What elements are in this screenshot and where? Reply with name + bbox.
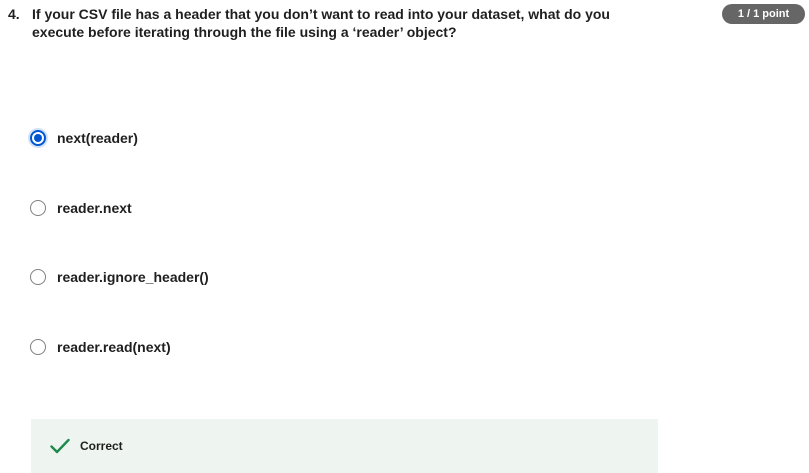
option-label: reader.next bbox=[57, 200, 132, 216]
points-badge: 1 / 1 point bbox=[722, 4, 805, 24]
answer-option-next-reader[interactable]: next(reader) bbox=[30, 127, 138, 149]
radio-button[interactable] bbox=[30, 339, 46, 355]
checkmark-icon bbox=[50, 436, 70, 456]
answer-option-reader-ignore-header[interactable]: reader.ignore_header() bbox=[30, 266, 209, 288]
option-label: next(reader) bbox=[57, 130, 138, 146]
radio-button[interactable] bbox=[30, 269, 46, 285]
question-text: If your CSV file has a header that you d… bbox=[32, 6, 610, 40]
option-label: reader.read(next) bbox=[57, 339, 171, 355]
radio-button[interactable] bbox=[30, 200, 46, 216]
answer-option-reader-read-next[interactable]: reader.read(next) bbox=[30, 336, 171, 358]
option-label: reader.ignore_header() bbox=[57, 269, 209, 285]
feedback-panel: Correct bbox=[31, 419, 658, 473]
question-number: 4. bbox=[8, 6, 20, 22]
feedback-status: Correct bbox=[80, 439, 123, 453]
radio-button-selected[interactable] bbox=[30, 130, 46, 146]
answer-option-reader-next[interactable]: reader.next bbox=[30, 197, 132, 219]
